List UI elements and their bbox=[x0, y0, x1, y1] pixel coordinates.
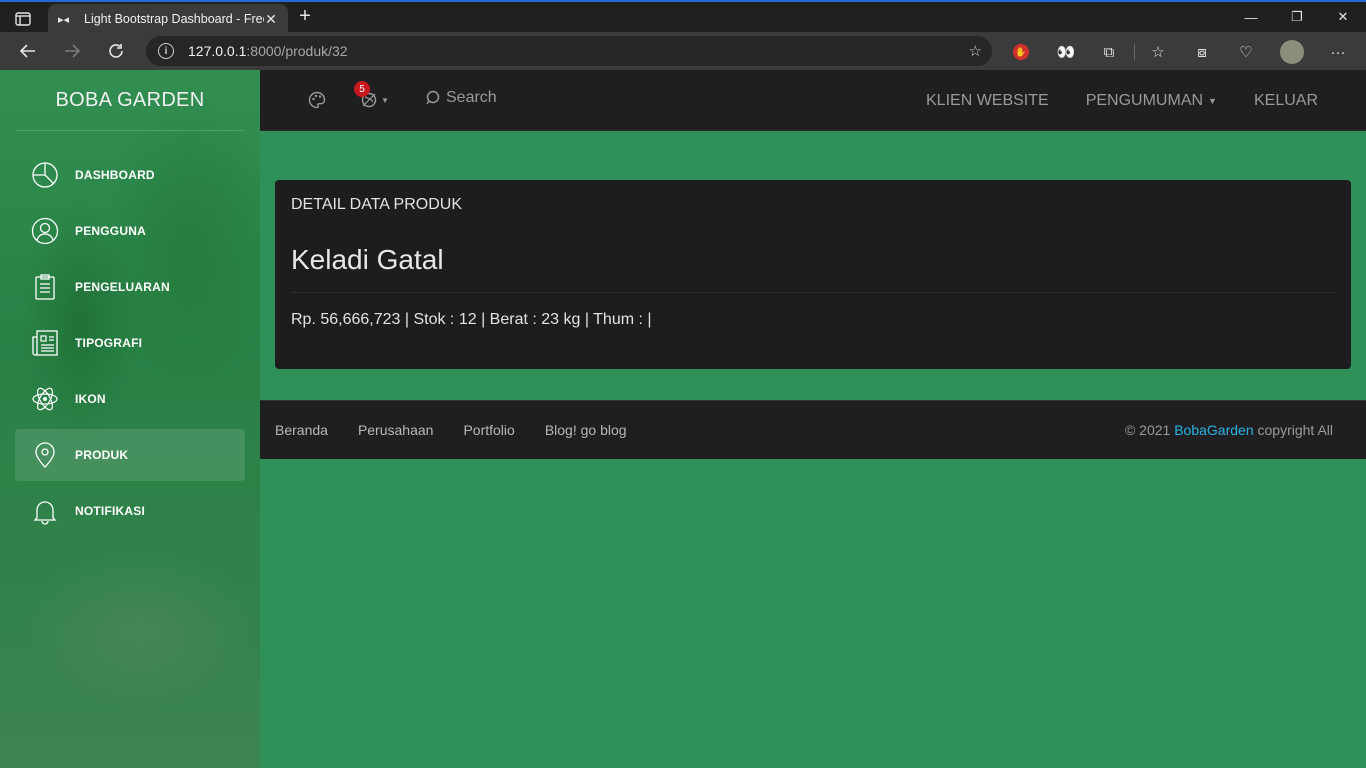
sidebar-item-dashboard[interactable]: DASHBOARD bbox=[15, 149, 245, 201]
product-name: Keladi Gatal bbox=[291, 244, 444, 275]
tab-close-icon[interactable]: ✕ bbox=[264, 11, 278, 28]
top-navbar: ▼ 5 Search KLIEN WEBSITE PENGUMUMAN ▼ KE… bbox=[260, 70, 1366, 131]
map-pin-icon bbox=[30, 440, 60, 470]
user-icon bbox=[30, 216, 60, 246]
back-button[interactable] bbox=[14, 39, 42, 63]
sidebar-item-label: TIPOGRAFI bbox=[75, 336, 143, 350]
sidebar-item-label: IKON bbox=[75, 392, 106, 406]
browser-essentials-icon[interactable]: ♡ bbox=[1235, 41, 1257, 63]
sidebar: BOBA GARDEN DASHBOARD PENGGUNA PENGELUAR… bbox=[0, 70, 260, 768]
sidebar-item-notifikasi[interactable]: NOTIFIKASI bbox=[15, 485, 245, 537]
copyright-suffix: copyright All bbox=[1257, 422, 1333, 438]
sidebar-item-label: PRODUK bbox=[75, 448, 129, 462]
tab-actions-button[interactable] bbox=[8, 8, 38, 30]
tab-favicon-icon: ▸◂ bbox=[58, 13, 70, 26]
atom-icon bbox=[30, 384, 60, 414]
url-host: 127.0.0.1 bbox=[188, 43, 247, 59]
site-info-icon[interactable]: i bbox=[158, 43, 174, 59]
toolbar-divider bbox=[1134, 44, 1135, 60]
sidebar-item-label: PENGELUARAN bbox=[75, 280, 170, 294]
sidebar-menu: DASHBOARD PENGGUNA PENGELUARAN TIPOGRAFI bbox=[0, 149, 260, 537]
search-link[interactable]: Search bbox=[426, 89, 497, 107]
url-path: :8000/produk/32 bbox=[246, 43, 348, 59]
klien-website-link[interactable]: KLIEN WEBSITE bbox=[926, 92, 1049, 110]
card-divider bbox=[291, 292, 1335, 293]
bell-icon bbox=[30, 496, 60, 526]
forward-button[interactable] bbox=[58, 39, 86, 63]
tab-title: Light Bootstrap Dashboard - Free bbox=[84, 12, 264, 26]
navbar-right: KLIEN WEBSITE PENGUMUMAN ▼ KELUAR bbox=[926, 70, 1366, 131]
restore-button[interactable]: ❐ bbox=[1274, 2, 1320, 32]
pengumuman-label: PENGUMUMAN bbox=[1085, 91, 1204, 109]
notification-badge: 5 bbox=[354, 81, 370, 97]
address-toolbar: i 127.0.0.1:8000/produk/32 ☆ ✋ 👀 ⧉ ☆ ⧇ ♡… bbox=[0, 32, 1366, 70]
app-page: BOBA GARDEN DASHBOARD PENGGUNA PENGELUAR… bbox=[0, 70, 1366, 768]
new-tab-button[interactable]: + bbox=[294, 6, 316, 28]
address-bar[interactable]: i 127.0.0.1:8000/produk/32 ☆ bbox=[146, 36, 992, 66]
product-detail-card: DETAIL DATA PRODUK Keladi Gatal Rp. 56,6… bbox=[275, 180, 1351, 369]
sidebar-item-produk[interactable]: PRODUK bbox=[15, 429, 245, 481]
close-window-button[interactable]: ✕ bbox=[1320, 2, 1366, 32]
caret-down-icon: ▼ bbox=[1208, 95, 1217, 106]
news-icon bbox=[30, 328, 60, 358]
chevron-down-icon: ▼ bbox=[381, 95, 389, 105]
footer-link-blog[interactable]: Blog! go blog bbox=[545, 422, 627, 438]
collections-icon[interactable]: ⧇ bbox=[1191, 41, 1213, 63]
sidebar-item-label: PENGGUNA bbox=[75, 224, 146, 238]
pengumuman-dropdown[interactable]: PENGUMUMAN ▼ bbox=[1086, 92, 1217, 110]
window-controls: — ❐ ✕ bbox=[1228, 2, 1366, 32]
copyright-brand-link[interactable]: BobaGarden bbox=[1174, 422, 1253, 438]
copyright-prefix: © 2021 bbox=[1124, 422, 1171, 438]
product-info: Rp. 56,666,723 | Stok : 12 | Berat : 23 … bbox=[291, 311, 652, 328]
copyright: © 2021 BobaGarden copyright All bbox=[1125, 422, 1333, 438]
footer: Beranda Perusahaan Portfolio Blog! go bl… bbox=[260, 400, 1366, 459]
browser-tab-strip: ▸◂ Light Bootstrap Dashboard - Free ✕ + … bbox=[0, 0, 1366, 34]
settings-more-icon[interactable]: ··· bbox=[1327, 41, 1349, 63]
card-title: DETAIL DATA PRODUK bbox=[291, 196, 462, 213]
adblock-extension-icon[interactable]: ✋ bbox=[1013, 44, 1029, 60]
clipboard-icon bbox=[30, 272, 60, 302]
extensions-puzzle-icon[interactable]: ⧉ bbox=[1098, 41, 1120, 63]
sidebar-item-ikon[interactable]: IKON bbox=[15, 373, 245, 425]
browser-tab[interactable]: ▸◂ Light Bootstrap Dashboard - Free ✕ bbox=[48, 4, 288, 34]
profile-avatar[interactable] bbox=[1280, 40, 1304, 64]
sidebar-item-pengeluaran[interactable]: PENGELUARAN bbox=[15, 261, 245, 313]
search-label: Search bbox=[446, 89, 497, 106]
sidebar-item-tipografi[interactable]: TIPOGRAFI bbox=[15, 317, 245, 369]
footer-link-beranda[interactable]: Beranda bbox=[275, 422, 328, 438]
reload-button[interactable] bbox=[102, 39, 130, 63]
extension-face-icon[interactable]: 👀 bbox=[1055, 41, 1077, 63]
sidebar-item-label: DASHBOARD bbox=[75, 168, 155, 182]
back-arrow-icon bbox=[19, 44, 35, 58]
favorite-add-icon[interactable]: ☆ bbox=[969, 42, 982, 60]
palette-icon[interactable] bbox=[308, 90, 326, 110]
reload-icon bbox=[109, 44, 123, 58]
keluar-link[interactable]: KELUAR bbox=[1254, 92, 1318, 110]
sidebar-item-pengguna[interactable]: PENGGUNA bbox=[15, 205, 245, 257]
footer-link-perusahaan[interactable]: Perusahaan bbox=[358, 422, 434, 438]
sidebar-item-label: NOTIFIKASI bbox=[75, 504, 145, 518]
search-icon bbox=[426, 90, 440, 105]
footer-link-portfolio[interactable]: Portfolio bbox=[463, 422, 514, 438]
minimize-button[interactable]: — bbox=[1228, 2, 1274, 32]
favorites-icon[interactable]: ☆ bbox=[1147, 41, 1169, 63]
forward-arrow-icon bbox=[65, 44, 81, 58]
pie-chart-icon bbox=[30, 160, 60, 190]
tab-actions-icon bbox=[15, 12, 31, 26]
sidebar-brand[interactable]: BOBA GARDEN bbox=[15, 70, 245, 131]
